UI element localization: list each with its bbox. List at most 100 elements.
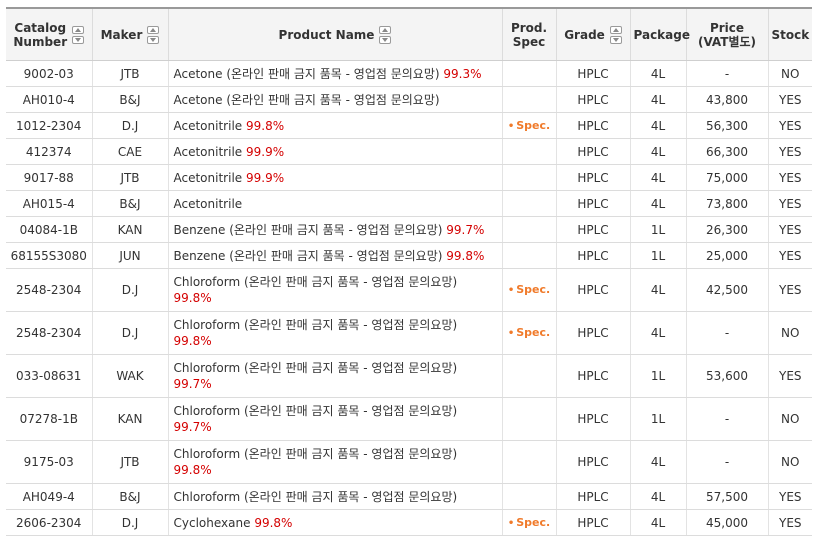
cell-maker: D.J [92, 509, 169, 536]
sort-product-control [379, 25, 392, 44]
cell-catalog-number: 2548-2304 [6, 311, 93, 355]
table-row[interactable]: 9017-88 JTB Acetonitrile 99.9% HPLC 4L 75,000… [6, 164, 812, 191]
sort-asc-icon[interactable] [147, 25, 160, 34]
cell-prod-spec [502, 138, 557, 165]
header-product-label: Product Name [278, 27, 375, 42]
cell-stock: YES [768, 354, 812, 398]
product-name-link[interactable]: Acetone (온라인 판매 금지 품목 - 영업점 문의요망) [174, 67, 440, 81]
product-name-link[interactable]: Acetonitrile [174, 119, 243, 133]
table-row[interactable]: AH010-4 B&J Acetone (온라인 판매 금지 품목 - 영업점 문의… [6, 86, 812, 113]
sort-asc-icon[interactable] [609, 25, 622, 34]
product-name-link[interactable]: Chloroform (온라인 판매 금지 품목 - 영업점 문의요망) [174, 447, 458, 461]
cell-catalog-number: 2606-2304 [6, 509, 93, 536]
cell-price: 53,600 [686, 354, 769, 398]
cell-grade: HPLC [556, 440, 631, 484]
purity-value: 99.8% [173, 463, 212, 477]
sort-catalog-control [72, 25, 85, 44]
header-grade: Grade [556, 7, 631, 61]
cell-package: 1L [630, 242, 687, 269]
table-row[interactable]: 2606-2304 D.J Cyclohexane 99.8% • Spec. HPLC 4… [6, 509, 812, 536]
spec-link[interactable]: • Spec. [508, 283, 550, 296]
table-row[interactable]: 1012-2304 D.J Acetonitrile 99.8% • Spec. HPLC… [6, 112, 812, 139]
cell-catalog-number: 1012-2304 [6, 112, 93, 139]
table-row[interactable]: 68155S3080 JUN Benzene (온라인 판매 금지 품목 - 영업점… [6, 242, 812, 269]
cell-grade: HPLC [556, 216, 631, 243]
cell-prod-spec: • Spec. [502, 268, 557, 312]
cell-price: - [686, 440, 769, 484]
header-price-line2: (VAT별도) [697, 34, 757, 49]
cell-maker: D.J [92, 268, 169, 312]
product-name-link[interactable]: Chloroform (온라인 판매 금지 품목 - 영업점 문의요망) [174, 490, 458, 504]
product-name-link[interactable]: Acetonitrile [174, 197, 243, 211]
cell-grade: HPLC [556, 60, 631, 87]
purity-value: 99.8% [173, 334, 212, 348]
cell-grade: HPLC [556, 164, 631, 191]
product-name-link[interactable]: Chloroform (온라인 판매 금지 품목 - 영업점 문의요망) [174, 361, 458, 375]
table-row[interactable]: 2548-2304 D.J Chloroform (온라인 판매 금지 품목 - 영… [6, 311, 812, 355]
cell-product-name: Chloroform (온라인 판매 금지 품목 - 영업점 문의요망) 99.… [168, 397, 503, 441]
sort-desc-icon[interactable] [72, 35, 85, 44]
cell-maker: B&J [92, 190, 169, 217]
cell-stock: YES [768, 216, 812, 243]
table-row[interactable]: AH049-4 B&J Chloroform (온라인 판매 금지 품목 - 영업점… [6, 483, 812, 510]
purity-value: 99.8% [245, 118, 285, 133]
product-name-link[interactable]: Acetone (온라인 판매 금지 품목 - 영업점 문의요망) [174, 93, 440, 107]
cell-product-name: Acetone (온라인 판매 금지 품목 - 영업점 문의요망) [168, 86, 503, 113]
product-name-link[interactable]: Benzene (온라인 판매 금지 품목 - 영업점 문의요망) [174, 223, 443, 237]
cell-grade: HPLC [556, 112, 631, 139]
cell-package: 4L [630, 60, 687, 87]
table-row[interactable]: 9175-03 JTB Chloroform (온라인 판매 금지 품목 - 영업점… [6, 440, 812, 484]
spec-link[interactable]: • Spec. [508, 516, 550, 529]
spec-link[interactable]: • Spec. [508, 326, 550, 339]
cell-stock: NO [768, 440, 812, 484]
cell-price: - [686, 60, 769, 87]
product-name-link[interactable]: Chloroform (온라인 판매 금지 품목 - 영업점 문의요망) [174, 404, 458, 418]
cell-product-name: Chloroform (온라인 판매 금지 품목 - 영업점 문의요망) 99.… [168, 268, 503, 312]
sort-asc-icon[interactable] [72, 25, 85, 34]
cell-package: 1L [630, 216, 687, 243]
table-row[interactable]: 2548-2304 D.J Chloroform (온라인 판매 금지 품목 - 영… [6, 268, 812, 312]
cell-prod-spec: • Spec. [502, 112, 557, 139]
product-name-link[interactable]: Cyclohexane [174, 516, 251, 530]
cell-catalog-number: 68155S3080 [6, 242, 93, 269]
product-name-link[interactable]: Chloroform (온라인 판매 금지 품목 - 영업점 문의요망) [174, 318, 458, 332]
product-name-link[interactable]: Acetonitrile [174, 145, 243, 159]
sort-desc-icon[interactable] [609, 35, 622, 44]
table-row[interactable]: 9002-03 JTB Acetone (온라인 판매 금지 품목 - 영업점 문의… [6, 60, 812, 87]
spec-label: Spec. [516, 118, 551, 132]
table-row[interactable]: 07278-1B KAN Chloroform (온라인 판매 금지 품목 - 영업… [6, 397, 812, 441]
cell-prod-spec [502, 216, 557, 243]
cell-maker: CAE [92, 138, 169, 165]
table-row[interactable]: AH015-4 B&J Acetonitrile HPLC 4L 73,800 YES [6, 190, 812, 217]
cell-stock: YES [768, 190, 812, 217]
spec-link[interactable]: • Spec. [508, 119, 550, 132]
cell-stock: YES [768, 138, 812, 165]
cell-product-name: Benzene (온라인 판매 금지 품목 - 영업점 문의요망) 99.7% [168, 216, 503, 243]
cell-price: 56,300 [686, 112, 769, 139]
sort-desc-icon[interactable] [379, 35, 392, 44]
product-name-link[interactable]: Benzene (온라인 판매 금지 품목 - 영업점 문의요망) [174, 249, 443, 263]
header-package: Package [630, 7, 690, 61]
product-name-link[interactable]: Chloroform (온라인 판매 금지 품목 - 영업점 문의요망) [174, 275, 458, 289]
table-row[interactable]: 033-08631 WAK Chloroform (온라인 판매 금지 품목 - 영… [6, 354, 812, 398]
cell-grade: HPLC [556, 86, 631, 113]
sort-asc-icon[interactable] [379, 25, 392, 34]
purity-value: 99.8% [173, 291, 212, 305]
cell-prod-spec [502, 397, 557, 441]
table-row[interactable]: 04084-1B KAN Benzene (온라인 판매 금지 품목 - 영업점 문… [6, 216, 812, 243]
header-prod-spec: Prod. Spec [502, 7, 557, 61]
cell-price: 43,800 [686, 86, 769, 113]
sort-desc-icon[interactable] [147, 35, 160, 44]
table-row[interactable]: 412374 CAE Acetonitrile 99.9% HPLC 4L 66,300 Y… [6, 138, 812, 165]
cell-maker: KAN [92, 216, 169, 243]
cell-stock: YES [768, 164, 812, 191]
cell-product-name: Benzene (온라인 판매 금지 품목 - 영업점 문의요망) 99.8% [168, 242, 503, 269]
cell-catalog-number: 9175-03 [6, 440, 93, 484]
bullet-icon: • [507, 285, 515, 296]
cell-package: 4L [630, 138, 687, 165]
cell-catalog-number: AH010-4 [6, 86, 93, 113]
cell-package: 4L [630, 509, 687, 536]
product-name-link[interactable]: Acetonitrile [174, 171, 243, 185]
header-maker-label: Maker [100, 27, 143, 42]
cell-grade: HPLC [556, 268, 631, 312]
